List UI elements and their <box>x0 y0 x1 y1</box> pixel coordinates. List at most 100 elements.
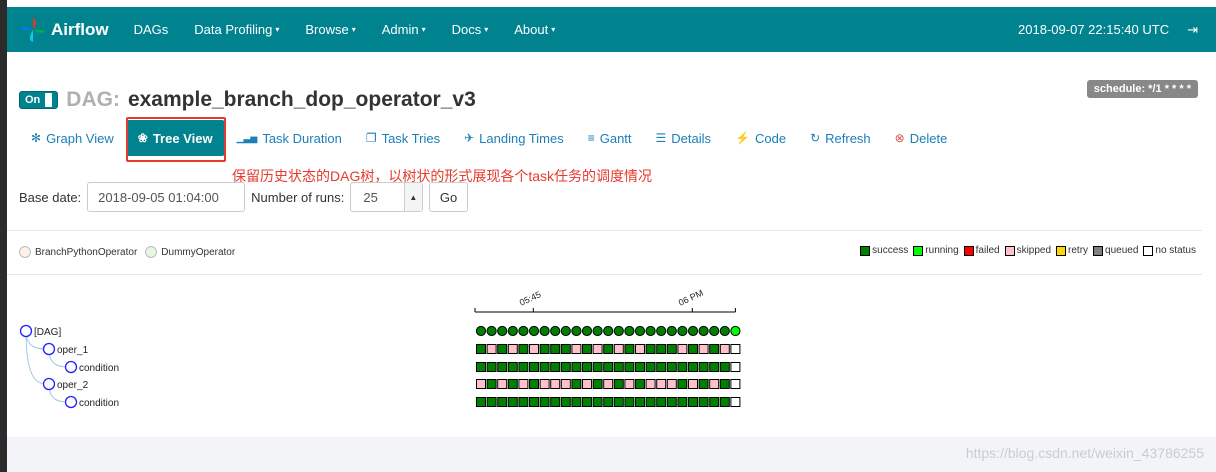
dag-run-circle[interactable] <box>645 325 656 337</box>
task-instance-square[interactable] <box>645 362 656 372</box>
task-instance-square[interactable] <box>476 379 486 389</box>
task-instance-square[interactable] <box>624 344 635 354</box>
task-instance-square[interactable] <box>529 344 539 354</box>
task-instance-square[interactable] <box>645 397 656 407</box>
tree-node-circle[interactable] <box>42 377 56 391</box>
task-instance-square[interactable] <box>518 379 529 389</box>
task-instance-square[interactable] <box>635 397 645 407</box>
dag-run-circle[interactable] <box>571 325 582 337</box>
task-instance-square[interactable] <box>635 344 645 354</box>
dag-run-circle[interactable] <box>666 325 677 337</box>
dag-run-circle[interactable] <box>528 325 540 337</box>
task-instance-square[interactable] <box>560 344 571 354</box>
tab-details[interactable]: ☰ Details <box>644 120 724 156</box>
task-instance-square[interactable] <box>666 344 677 354</box>
dag-run-circle[interactable] <box>518 325 529 337</box>
dag-run-circle[interactable] <box>719 325 730 337</box>
tab-graph-view[interactable]: ✻ Graph View <box>19 120 126 156</box>
dag-run-circle[interactable] <box>560 325 571 337</box>
task-instance-square[interactable] <box>635 379 645 389</box>
state-legend-running[interactable]: running <box>913 245 959 256</box>
task-instance-square[interactable] <box>698 344 709 354</box>
task-instance-square[interactable] <box>592 397 603 407</box>
task-instance-square[interactable] <box>571 397 582 407</box>
go-button[interactable]: Go <box>428 182 469 212</box>
task-instance-square[interactable] <box>539 379 550 389</box>
tree-node-label[interactable]: condition <box>79 363 119 374</box>
logout-icon[interactable]: ⇥ <box>1187 22 1198 38</box>
task-instance-square[interactable] <box>613 362 624 372</box>
task-instance-square[interactable] <box>677 379 688 389</box>
nav-link-data-profiling[interactable]: Data Profiling ▾ <box>181 22 292 37</box>
task-instance-square[interactable] <box>688 362 698 372</box>
dag-run-circle[interactable] <box>656 325 667 337</box>
task-instance-square[interactable] <box>698 397 709 407</box>
nav-link-browse[interactable]: Browse ▾ <box>292 22 368 37</box>
task-instance-square[interactable] <box>730 397 741 407</box>
task-instance-square[interactable] <box>550 344 561 354</box>
task-instance-square[interactable] <box>709 397 720 407</box>
dag-run-circle[interactable] <box>539 325 550 337</box>
tree-node-circle[interactable] <box>19 324 33 338</box>
task-instance-square[interactable] <box>539 344 550 354</box>
task-instance-square[interactable] <box>560 397 571 407</box>
base-date-input[interactable]: 2018-09-05 01:04:00 <box>87 182 246 212</box>
task-instance-square[interactable] <box>677 344 688 354</box>
task-instance-square[interactable] <box>645 344 656 354</box>
task-instance-square[interactable] <box>613 344 624 354</box>
task-instance-square[interactable] <box>582 344 592 354</box>
task-instance-square[interactable] <box>592 362 603 372</box>
task-instance-square[interactable] <box>613 397 624 407</box>
task-instance-square[interactable] <box>550 397 561 407</box>
task-instance-square[interactable] <box>592 379 603 389</box>
task-instance-square[interactable] <box>688 344 698 354</box>
dag-run-circle[interactable] <box>581 325 593 337</box>
task-instance-square[interactable] <box>550 379 561 389</box>
task-instance-square[interactable] <box>666 362 677 372</box>
task-instance-square[interactable] <box>698 379 709 389</box>
dag-run-circle[interactable] <box>592 325 603 337</box>
nav-link-docs[interactable]: Docs ▾ <box>439 22 502 37</box>
task-instance-square[interactable] <box>719 362 730 372</box>
task-instance-square[interactable] <box>582 379 592 389</box>
dag-run-circle[interactable] <box>486 325 497 337</box>
task-instance-square[interactable] <box>666 379 677 389</box>
tree-node-label[interactable]: oper_1 <box>57 345 89 356</box>
task-instance-square[interactable] <box>571 362 582 372</box>
task-instance-square[interactable] <box>497 362 508 372</box>
state-legend-queued[interactable]: queued <box>1093 245 1138 256</box>
dag-run-circle[interactable] <box>677 325 688 337</box>
task-instance-square[interactable] <box>677 362 688 372</box>
task-instance-square[interactable] <box>560 379 571 389</box>
task-instance-square[interactable] <box>603 397 614 407</box>
tree-node-circle[interactable] <box>64 395 78 409</box>
dag-on-toggle[interactable]: On <box>19 91 59 109</box>
task-instance-square[interactable] <box>497 344 508 354</box>
nav-link-dags[interactable]: DAGs <box>121 22 182 37</box>
dag-run-circle[interactable] <box>475 325 487 337</box>
dag-run-circle[interactable] <box>698 325 709 337</box>
task-instance-square[interactable] <box>571 344 582 354</box>
task-instance-square[interactable] <box>529 379 539 389</box>
task-instance-square[interactable] <box>730 379 741 389</box>
tab-landing-times[interactable]: ✈ Landing Times <box>452 120 576 156</box>
airflow-logo[interactable]: Airflow <box>19 16 109 44</box>
tab-delete[interactable]: ⊗ Delete <box>883 120 960 156</box>
task-instance-square[interactable] <box>709 379 720 389</box>
runs-select[interactable]: 25 ▲ <box>350 182 423 212</box>
dag-run-circle[interactable] <box>603 325 614 337</box>
task-instance-square[interactable] <box>518 397 529 407</box>
task-instance-square[interactable] <box>677 397 688 407</box>
tree-node-circle[interactable] <box>64 360 78 374</box>
task-instance-square[interactable] <box>582 397 592 407</box>
task-instance-square[interactable] <box>476 344 486 354</box>
task-instance-square[interactable] <box>730 344 741 354</box>
dag-run-circle[interactable] <box>634 325 646 337</box>
tree-node-label[interactable]: oper_2 <box>57 380 89 391</box>
task-instance-square[interactable] <box>603 362 614 372</box>
dag-run-circle[interactable] <box>709 325 720 337</box>
tab-refresh[interactable]: ↻ Refresh <box>798 120 883 156</box>
tab-gantt[interactable]: ≡ Gantt <box>576 120 644 156</box>
state-legend-retry[interactable]: retry <box>1056 245 1088 256</box>
task-instance-square[interactable] <box>486 397 497 407</box>
